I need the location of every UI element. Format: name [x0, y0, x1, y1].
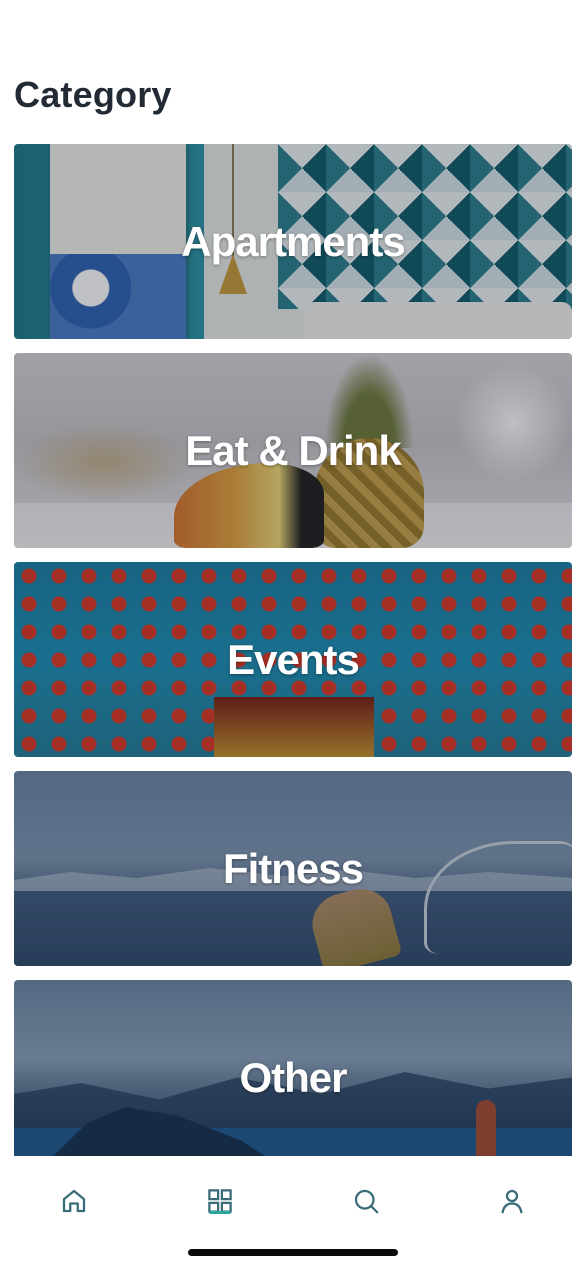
category-card-events[interactable]: Events	[14, 562, 572, 757]
category-label: Other	[239, 1053, 347, 1101]
search-icon	[354, 1189, 379, 1214]
tab-home[interactable]	[44, 1170, 104, 1230]
category-label: Events	[227, 635, 360, 683]
active-tab-indicator	[209, 1211, 231, 1214]
home-icon	[62, 1189, 86, 1213]
category-screen: Category Apartments Eat & Drink Events F…	[0, 0, 586, 1274]
category-label: Eat & Drink	[185, 426, 401, 474]
category-label: Fitness	[222, 844, 364, 892]
category-card-apartments[interactable]: Apartments	[14, 144, 572, 339]
tab-categories[interactable]	[190, 1170, 250, 1230]
category-card-other[interactable]: Other	[14, 980, 572, 1156]
tab-profile[interactable]	[482, 1170, 542, 1230]
home-indicator[interactable]	[188, 1249, 398, 1256]
category-card-fitness[interactable]: Fitness	[14, 771, 572, 966]
category-label: Apartments	[181, 217, 405, 265]
bottom-tab-bar	[0, 1156, 586, 1274]
profile-icon	[501, 1189, 523, 1214]
tab-search[interactable]	[336, 1170, 396, 1230]
page-title: Category	[14, 74, 172, 115]
category-card-eat-drink[interactable]: Eat & Drink	[14, 353, 572, 548]
category-list[interactable]: Apartments Eat & Drink Events Fitness Ot…	[14, 144, 572, 1156]
